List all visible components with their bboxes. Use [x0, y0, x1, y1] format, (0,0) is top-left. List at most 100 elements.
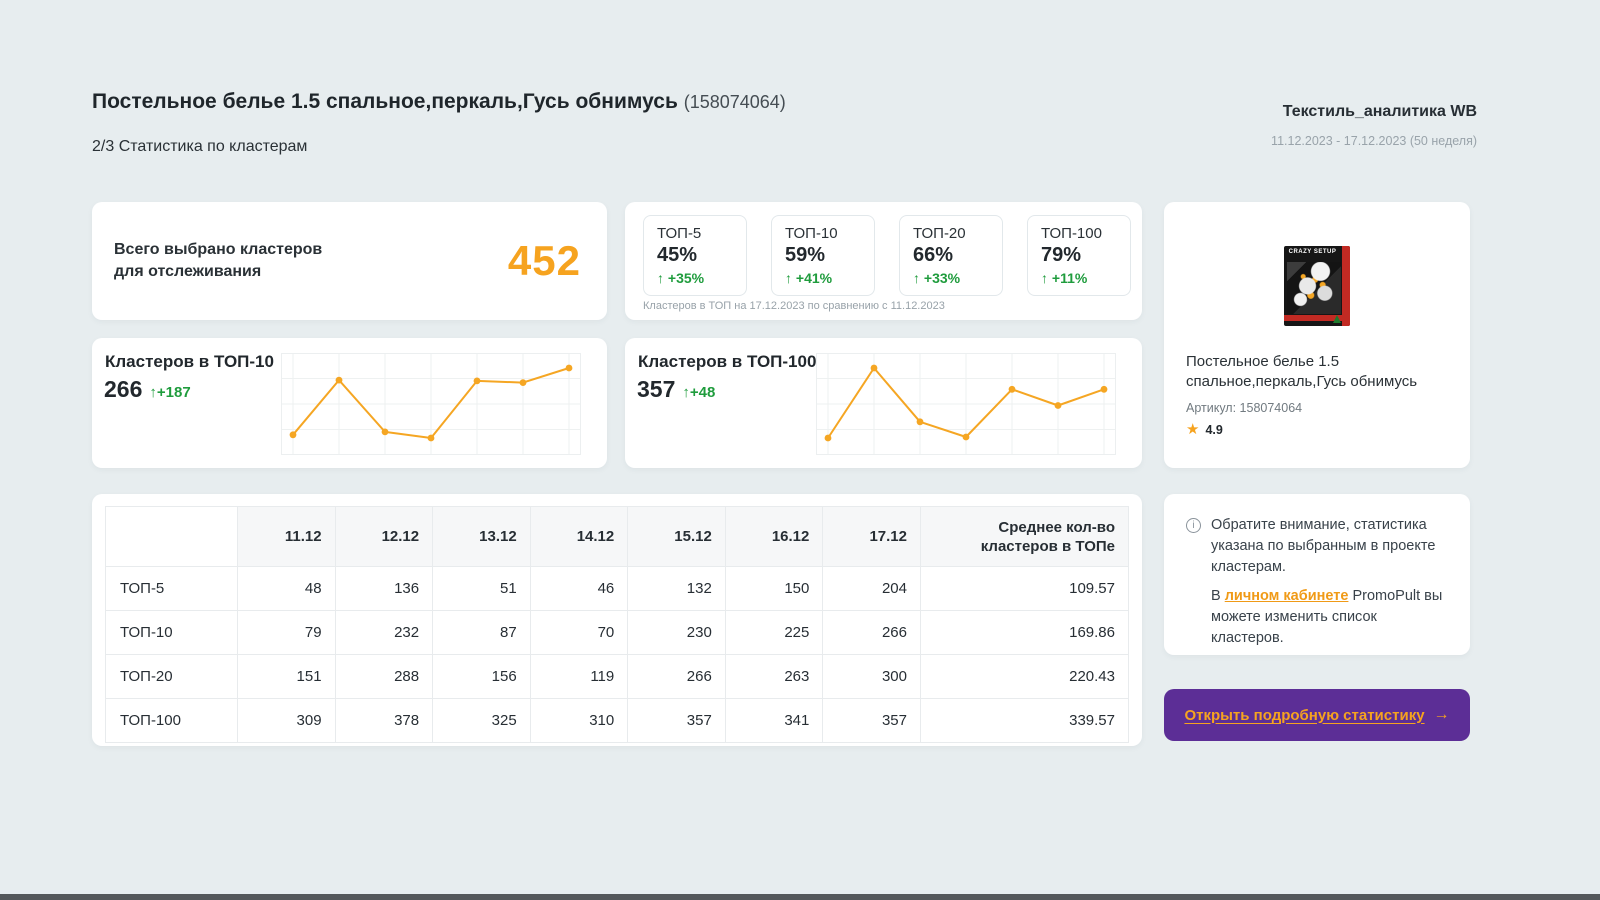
cell-value: 325 — [433, 699, 531, 743]
cell-value: 357 — [628, 699, 726, 743]
cell-value: 87 — [433, 611, 531, 655]
cell-value: 150 — [725, 567, 823, 611]
open-detailed-stats-button[interactable]: Открыть подробную статистику → — [1164, 689, 1470, 741]
cell-value: 48 — [238, 567, 336, 611]
row-label: ТОП-5 — [106, 567, 238, 611]
table-row-ТОП-20: ТОП-20151288156119266263300220.43 — [106, 655, 1129, 699]
bottom-bar — [0, 894, 1600, 900]
column-header: 17.12 — [823, 507, 921, 567]
cell-value: 378 — [335, 699, 433, 743]
product-image: CRAZY SETUP — [1284, 246, 1350, 326]
top-stat-value: 45% — [657, 244, 738, 267]
top-stats-card: ТОП-5 45% ↑ +35% ТОП-10 59% ↑ +41% ТОП-20 66% ↑ … — [625, 202, 1142, 320]
info-icon: i — [1186, 518, 1201, 533]
column-header: 13.12 — [433, 507, 531, 567]
report-period: 11.12.2023 - 17.12.2023 (50 неделя) — [1271, 134, 1477, 148]
row-label: ТОП-10 — [106, 611, 238, 655]
column-header: 11.12 — [238, 507, 336, 567]
cell-value: 357 — [823, 699, 921, 743]
top10-line-chart — [281, 353, 581, 455]
top100-line-chart — [816, 353, 1116, 455]
cell-value: 51 — [433, 567, 531, 611]
cta-label: Открыть подробную статистику — [1184, 707, 1424, 724]
cell-value: 156 — [433, 655, 531, 699]
top-stats-list: ТОП-5 45% ↑ +35% ТОП-10 59% ↑ +41% ТОП-20 66% ↑ … — [643, 215, 1142, 296]
product-card: CRAZY SETUP Постельное белье 1.5 спально… — [1164, 202, 1470, 468]
top-stat-ТОП-100: ТОП-100 79% ↑ +11% — [1027, 215, 1131, 296]
product-card-title: Постельное белье 1.5 спальное,перкаль,Гу… — [1186, 352, 1448, 392]
stats-table-body: ТОП-5481365146132150204109.57ТОП-1079232… — [106, 567, 1129, 743]
column-header: 14.12 — [530, 507, 628, 567]
cell-value: 310 — [530, 699, 628, 743]
stats-table: 11.1212.1213.1214.1215.1216.1217.12Средн… — [105, 506, 1129, 743]
cell-value: 341 — [725, 699, 823, 743]
table-row-ТОП-5: ТОП-5481365146132150204109.57 — [106, 567, 1129, 611]
product-rating: ★ 4.9 — [1186, 423, 1448, 437]
top-stat-delta: ↑ +41% — [785, 270, 866, 286]
column-header: Среднее кол-во кластеров в ТОПе — [921, 507, 1129, 567]
chart-delta: ↑+187 — [149, 384, 190, 401]
product-name: Постельное белье 1.5 спальное,перкаль,Гу… — [92, 90, 678, 113]
cell-value: 300 — [823, 655, 921, 699]
report-name: Текстиль_аналитика WB — [1283, 103, 1477, 121]
cell-value: 309 — [238, 699, 336, 743]
product-sku: Артикул: 158074064 — [1186, 401, 1448, 415]
row-average: 109.57 — [921, 567, 1129, 611]
top-stat-value: 59% — [785, 244, 866, 267]
chart-delta: ↑+48 — [682, 384, 715, 401]
cell-value: 132 — [628, 567, 726, 611]
cell-value: 225 — [725, 611, 823, 655]
product-image-photo — [1287, 262, 1341, 314]
cell-value: 79 — [238, 611, 336, 655]
stats-table-card: 11.1212.1213.1214.1215.1216.1217.12Средн… — [92, 494, 1142, 746]
product-image-tree-icon — [1333, 315, 1341, 323]
cell-value: 136 — [335, 567, 433, 611]
personal-account-link[interactable]: личном кабинете — [1225, 588, 1349, 604]
top-stat-label: ТОП-20 — [913, 225, 994, 242]
chart-card-top10: Кластеров в ТОП-10 266 ↑+187 — [92, 338, 607, 468]
info-paragraph-2: В личном кабинете PromoPult вы можете из… — [1211, 586, 1450, 649]
top-stat-value: 79% — [1041, 244, 1122, 267]
top-stat-label: ТОП-100 — [1041, 225, 1122, 242]
star-icon: ★ — [1186, 423, 1199, 437]
column-header: 16.12 — [725, 507, 823, 567]
cell-value: 266 — [628, 655, 726, 699]
column-header: 12.12 — [335, 507, 433, 567]
top-stat-ТОП-20: ТОП-20 66% ↑ +33% — [899, 215, 1003, 296]
table-row-ТОП-100: ТОП-100309378325310357341357339.57 — [106, 699, 1129, 743]
top-stat-label: ТОП-10 — [785, 225, 866, 242]
top-stat-delta: ↑ +35% — [657, 270, 738, 286]
cell-value: 70 — [530, 611, 628, 655]
top-stat-value: 66% — [913, 244, 994, 267]
top-stat-ТОП-5: ТОП-5 45% ↑ +35% — [643, 215, 747, 296]
cell-value: 119 — [530, 655, 628, 699]
column-header — [106, 507, 238, 567]
chart-title: Кластеров в ТОП-10 — [105, 352, 274, 372]
row-average: 220.43 — [921, 655, 1129, 699]
chart-value: 357 — [637, 376, 675, 403]
chart-title: Кластеров в ТОП-100 — [638, 352, 816, 372]
top-stats-footnote: Кластеров в ТОП на 17.12.2023 по сравнен… — [643, 300, 945, 312]
row-average: 339.57 — [921, 699, 1129, 743]
chart-card-top100: Кластеров в ТОП-100 357 ↑+48 — [625, 338, 1142, 468]
summary-card: Всего выбрано кластеров для отслеживания… — [92, 202, 607, 320]
page-subtitle: 2/3 Статистика по кластерам — [92, 138, 307, 156]
row-label: ТОП-20 — [106, 655, 238, 699]
cell-value: 232 — [335, 611, 433, 655]
cell-value: 230 — [628, 611, 726, 655]
product-image-red-stripe — [1342, 246, 1350, 326]
row-label: ТОП-100 — [106, 699, 238, 743]
top-stat-label: ТОП-5 — [657, 225, 738, 242]
cell-value: 46 — [530, 567, 628, 611]
product-image-brand-text: CRAZY SETUP — [1284, 249, 1341, 255]
stats-table-header: 11.1212.1213.1214.1215.1216.1217.12Средн… — [106, 507, 1129, 567]
cell-value: 288 — [335, 655, 433, 699]
row-average: 169.86 — [921, 611, 1129, 655]
rating-value: 4.9 — [1205, 423, 1222, 437]
top-stat-ТОП-10: ТОП-10 59% ↑ +41% — [771, 215, 875, 296]
info-text: Обратите внимание, статистика указана по… — [1211, 515, 1450, 643]
arrow-right-icon: → — [1434, 706, 1450, 724]
top-stat-delta: ↑ +11% — [1041, 270, 1122, 286]
top-stat-delta: ↑ +33% — [913, 270, 994, 286]
chart-value: 266 — [104, 376, 142, 403]
